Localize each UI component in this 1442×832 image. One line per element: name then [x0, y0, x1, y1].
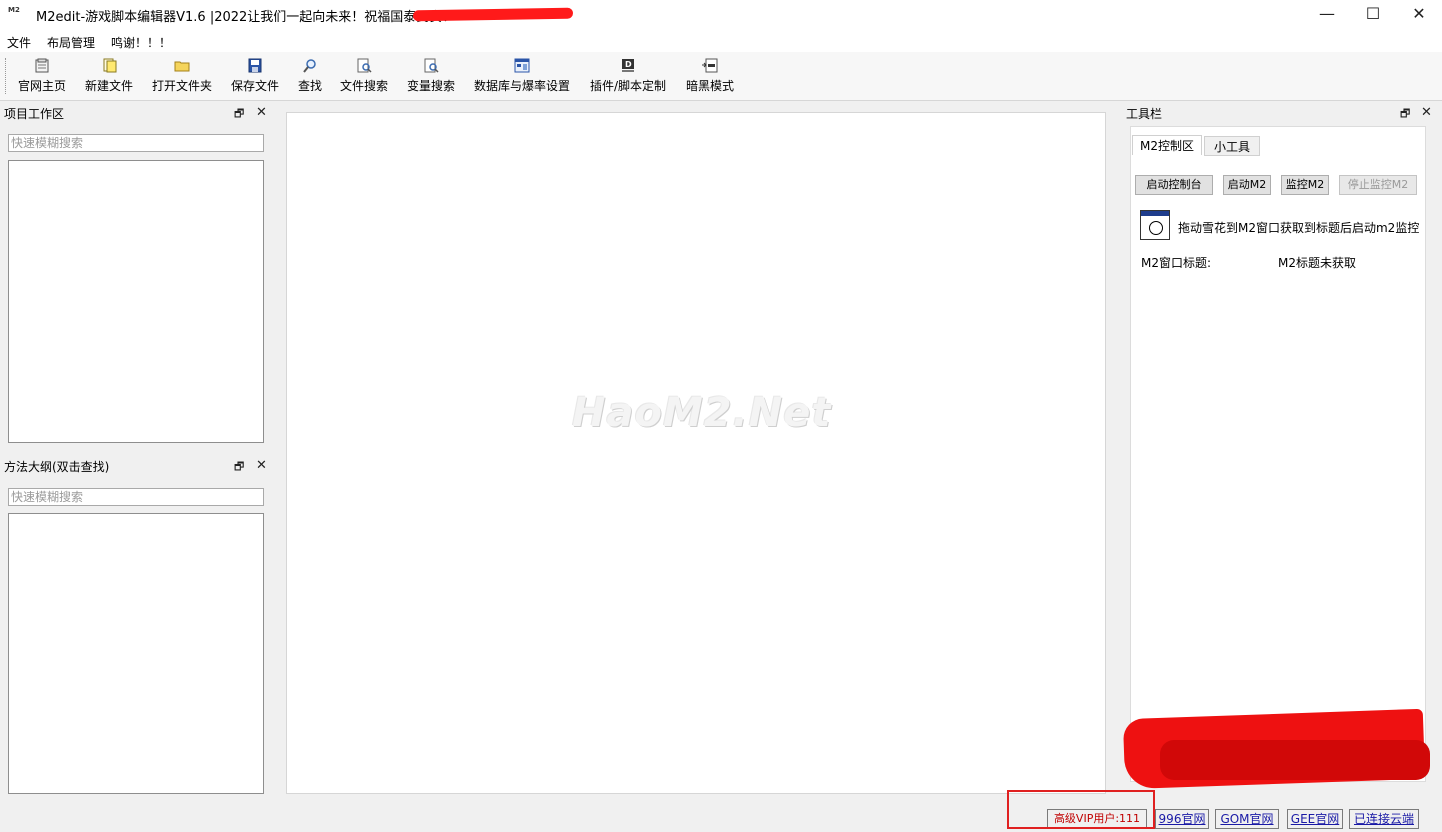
start-m2-button[interactable]: 启动M2	[1223, 175, 1271, 195]
variable-search-button[interactable]: 变量搜索	[406, 56, 456, 96]
toolbar-label: 变量搜索	[406, 79, 455, 93]
monitor-m2-button[interactable]: 监控M2	[1281, 175, 1329, 195]
editor-area[interactable]	[286, 112, 1106, 794]
redaction-mark	[412, 7, 574, 22]
open-folder-icon	[174, 61, 190, 72]
pin-icon[interactable]: 🗗	[1400, 105, 1410, 123]
pin-icon[interactable]: 🗗	[234, 458, 244, 476]
file-search-button[interactable]: 文件搜索	[339, 56, 389, 96]
drag-hint-text: 拖动雪花到M2窗口获取到标题后启动m2监控	[1178, 221, 1420, 235]
tab-tools[interactable]: 小工具	[1204, 136, 1260, 156]
icon-titlebar	[1141, 211, 1169, 216]
toolbar-label: 保存文件	[230, 79, 279, 93]
home-page-button[interactable]: 官网主页	[17, 56, 67, 96]
link-gom[interactable]: GOM官网	[1215, 809, 1279, 829]
search-icon	[303, 59, 316, 73]
close-icon[interactable]: ✕	[256, 457, 267, 475]
toolbar-label: 打开文件夹	[151, 79, 212, 93]
toolbar-label: 数据库与爆率设置	[473, 79, 570, 93]
crosshair-icon	[1149, 221, 1163, 235]
toolbar: 官网主页 新建文件 打开文件夹 保存文件 查找 文件搜索 变量搜索 数据库与爆率…	[0, 52, 1442, 101]
tool-panel-header: 工具栏 🗗 ✕	[1122, 105, 1434, 123]
home-page-icon	[35, 58, 49, 73]
link-gee[interactable]: GEE官网	[1287, 809, 1343, 829]
open-folder-button[interactable]: 打开文件夹	[151, 56, 213, 96]
outline-panel-header: 方法大纲(双击查找) 🗗 ✕	[0, 458, 274, 476]
start-console-button[interactable]: 启动控制台	[1135, 175, 1213, 195]
new-file-icon	[103, 58, 117, 73]
app-icon: M2	[8, 6, 20, 14]
menu-layout[interactable]: 布局管理	[47, 34, 95, 51]
vip-highlight-box	[1007, 790, 1155, 829]
outline-search-input[interactable]: 快速模糊搜索	[8, 488, 264, 506]
tool-panel-title: 工具栏	[1126, 107, 1163, 121]
project-panel-title: 项目工作区	[4, 107, 65, 121]
toolbar-label: 官网主页	[17, 79, 66, 93]
pin-icon[interactable]: 🗗	[234, 105, 244, 123]
database-settings-button[interactable]: 数据库与爆率设置	[473, 56, 571, 96]
toolbar-grip[interactable]	[5, 58, 8, 94]
watermark: HaoM2.Net	[572, 390, 832, 436]
minimize-button[interactable]: —	[1304, 0, 1350, 30]
maximize-button[interactable]: ☐	[1350, 0, 1396, 30]
project-search-input[interactable]: 快速模糊搜索	[8, 134, 264, 152]
close-icon[interactable]: ✕	[256, 104, 267, 122]
save-icon	[248, 58, 262, 73]
find-button[interactable]: 查找	[296, 56, 324, 96]
m2-window-title-label: M2窗口标题:	[1141, 256, 1212, 270]
cloud-status[interactable]: 已连接云端	[1349, 809, 1419, 829]
snowflake-drag-icon[interactable]	[1140, 210, 1170, 240]
plugin-icon: D	[622, 59, 634, 72]
toolbar-label: 暗黑模式	[685, 79, 734, 93]
menu-thanks[interactable]: 鸣谢！！！	[111, 34, 171, 51]
outline-panel-title: 方法大纲(双击查找)	[4, 460, 110, 474]
status-bar: 高级VIP用户:111 996官网 GOM官网 GEE官网 已连接云端	[0, 804, 1442, 832]
redaction-mark	[1160, 740, 1430, 780]
toolbar-label: 文件搜索	[339, 79, 388, 93]
svg-text:D: D	[625, 60, 632, 69]
project-panel-header: 项目工作区 🗗 ✕	[0, 105, 274, 123]
file-search-icon	[357, 58, 372, 73]
m2-window-title-value: M2标题未获取	[1278, 256, 1356, 270]
link-996[interactable]: 996官网	[1155, 809, 1209, 829]
menu-bar: 文件 布局管理 鸣谢！！！	[0, 30, 1442, 52]
new-file-button[interactable]: 新建文件	[84, 56, 134, 96]
database-icon	[514, 58, 530, 73]
plugin-custom-button[interactable]: D 插件/脚本定制	[588, 56, 668, 96]
project-tree[interactable]	[8, 160, 264, 443]
outline-list[interactable]	[8, 513, 264, 794]
toolbar-label: 插件/脚本定制	[589, 79, 667, 93]
menu-file[interactable]: 文件	[7, 34, 31, 51]
tab-m2-control[interactable]: M2控制区	[1132, 135, 1202, 155]
window-title: M2edit-游戏脚本编辑器V1.6 |2022让我们一起向未来！祝福国泰民安！	[36, 10, 456, 25]
save-file-button[interactable]: 保存文件	[230, 56, 280, 96]
title-bar: M2 M2edit-游戏脚本编辑器V1.6 |2022让我们一起向未来！祝福国泰…	[0, 0, 1442, 30]
close-icon[interactable]: ✕	[1421, 104, 1432, 122]
toolbar-label: 查找	[297, 79, 322, 93]
toolbar-label: 新建文件	[84, 79, 133, 93]
dark-mode-icon	[702, 58, 718, 73]
dark-mode-button[interactable]: 暗黑模式	[685, 56, 735, 96]
variable-search-icon	[424, 58, 439, 73]
close-button[interactable]: ✕	[1396, 0, 1442, 30]
stop-monitor-button[interactable]: 停止监控M2	[1339, 175, 1417, 195]
